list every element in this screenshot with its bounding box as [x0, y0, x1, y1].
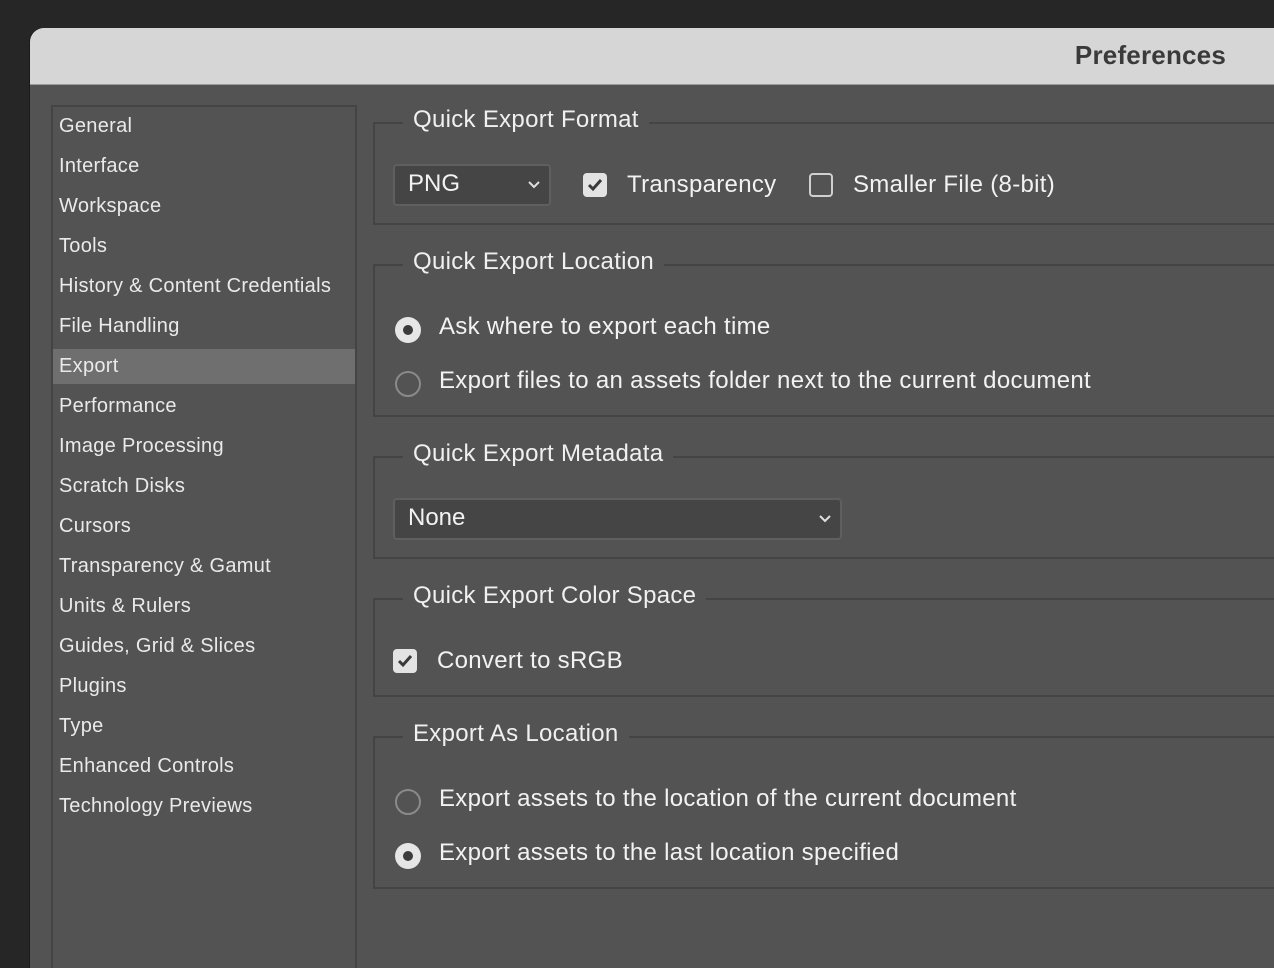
last-location-radio[interactable]	[395, 843, 421, 869]
sidebar-item-plugins[interactable]: Plugins	[53, 669, 355, 704]
sidebar-item-workspace[interactable]: Workspace	[53, 189, 355, 224]
sidebar-item-transparency-gamut[interactable]: Transparency & Gamut	[53, 549, 355, 584]
sidebar-item-tools[interactable]: Tools	[53, 229, 355, 264]
checkmark-icon	[587, 179, 603, 192]
preferences-window: Preferences General Interface Workspace …	[30, 28, 1274, 968]
metadata-select-value: None	[408, 504, 466, 531]
sidebar-item-guides-grid-slices[interactable]: Guides, Grid & Slices	[53, 629, 355, 664]
assets-folder-label: Export files to an assets folder next to…	[439, 367, 1091, 394]
chevron-down-icon	[819, 515, 831, 523]
current-document-location-label: Export assets to the location of the cur…	[439, 785, 1017, 812]
sidebar-item-enhanced-controls[interactable]: Enhanced Controls	[53, 749, 355, 784]
metadata-select[interactable]: None	[393, 498, 842, 540]
format-select[interactable]: PNG	[393, 164, 551, 206]
quick-export-metadata-group: Quick Export Metadata None	[373, 440, 1274, 559]
title-bar: Preferences	[30, 28, 1274, 85]
sidebar-item-cursors[interactable]: Cursors	[53, 509, 355, 544]
transparency-label: Transparency	[627, 171, 777, 198]
sidebar-item-interface[interactable]: Interface	[53, 149, 355, 184]
current-document-location-radio[interactable]	[395, 789, 421, 815]
smaller-file-checkbox[interactable]	[809, 173, 833, 197]
sidebar-item-technology-previews[interactable]: Technology Previews	[53, 789, 355, 824]
sidebar-item-general[interactable]: General	[53, 109, 355, 144]
transparency-checkbox[interactable]	[583, 173, 607, 197]
sidebar-item-type[interactable]: Type	[53, 709, 355, 744]
quick-export-color-space-group: Quick Export Color Space Convert to sRGB	[373, 582, 1274, 697]
sidebar-item-history-content-credentials[interactable]: History & Content Credentials	[53, 269, 355, 304]
quick-export-format-title: Quick Export Format	[403, 106, 649, 134]
ask-where-radio[interactable]	[395, 317, 421, 343]
ask-where-label: Ask where to export each time	[439, 313, 771, 340]
convert-srgb-label: Convert to sRGB	[437, 647, 623, 674]
quick-export-color-space-title: Quick Export Color Space	[403, 582, 707, 610]
export-as-location-group: Export As Location Export assets to the …	[373, 720, 1274, 889]
quick-export-location-title: Quick Export Location	[403, 248, 665, 276]
convert-srgb-checkbox[interactable]	[393, 649, 417, 673]
assets-folder-radio[interactable]	[395, 371, 421, 397]
preferences-sidebar: General Interface Workspace Tools Histor…	[51, 105, 357, 968]
sidebar-item-image-processing[interactable]: Image Processing	[53, 429, 355, 464]
quick-export-format-group: Quick Export Format PNG Transparency Sma…	[373, 106, 1274, 225]
quick-export-metadata-title: Quick Export Metadata	[403, 440, 674, 468]
quick-export-location-group: Quick Export Location Ask where to expor…	[373, 248, 1274, 417]
window-title: Preferences	[1074, 40, 1226, 70]
smaller-file-label: Smaller File (8-bit)	[853, 171, 1056, 198]
checkmark-icon	[397, 655, 413, 668]
sidebar-item-performance[interactable]: Performance	[53, 389, 355, 424]
sidebar-item-file-handling[interactable]: File Handling	[53, 309, 355, 344]
export-as-location-title: Export As Location	[403, 720, 629, 748]
format-select-value: PNG	[408, 170, 461, 197]
chevron-down-icon	[528, 181, 540, 189]
sidebar-item-units-rulers[interactable]: Units & Rulers	[53, 589, 355, 624]
sidebar-item-export[interactable]: Export	[53, 349, 355, 384]
last-location-label: Export assets to the last location speci…	[439, 839, 900, 866]
sidebar-item-scratch-disks[interactable]: Scratch Disks	[53, 469, 355, 504]
